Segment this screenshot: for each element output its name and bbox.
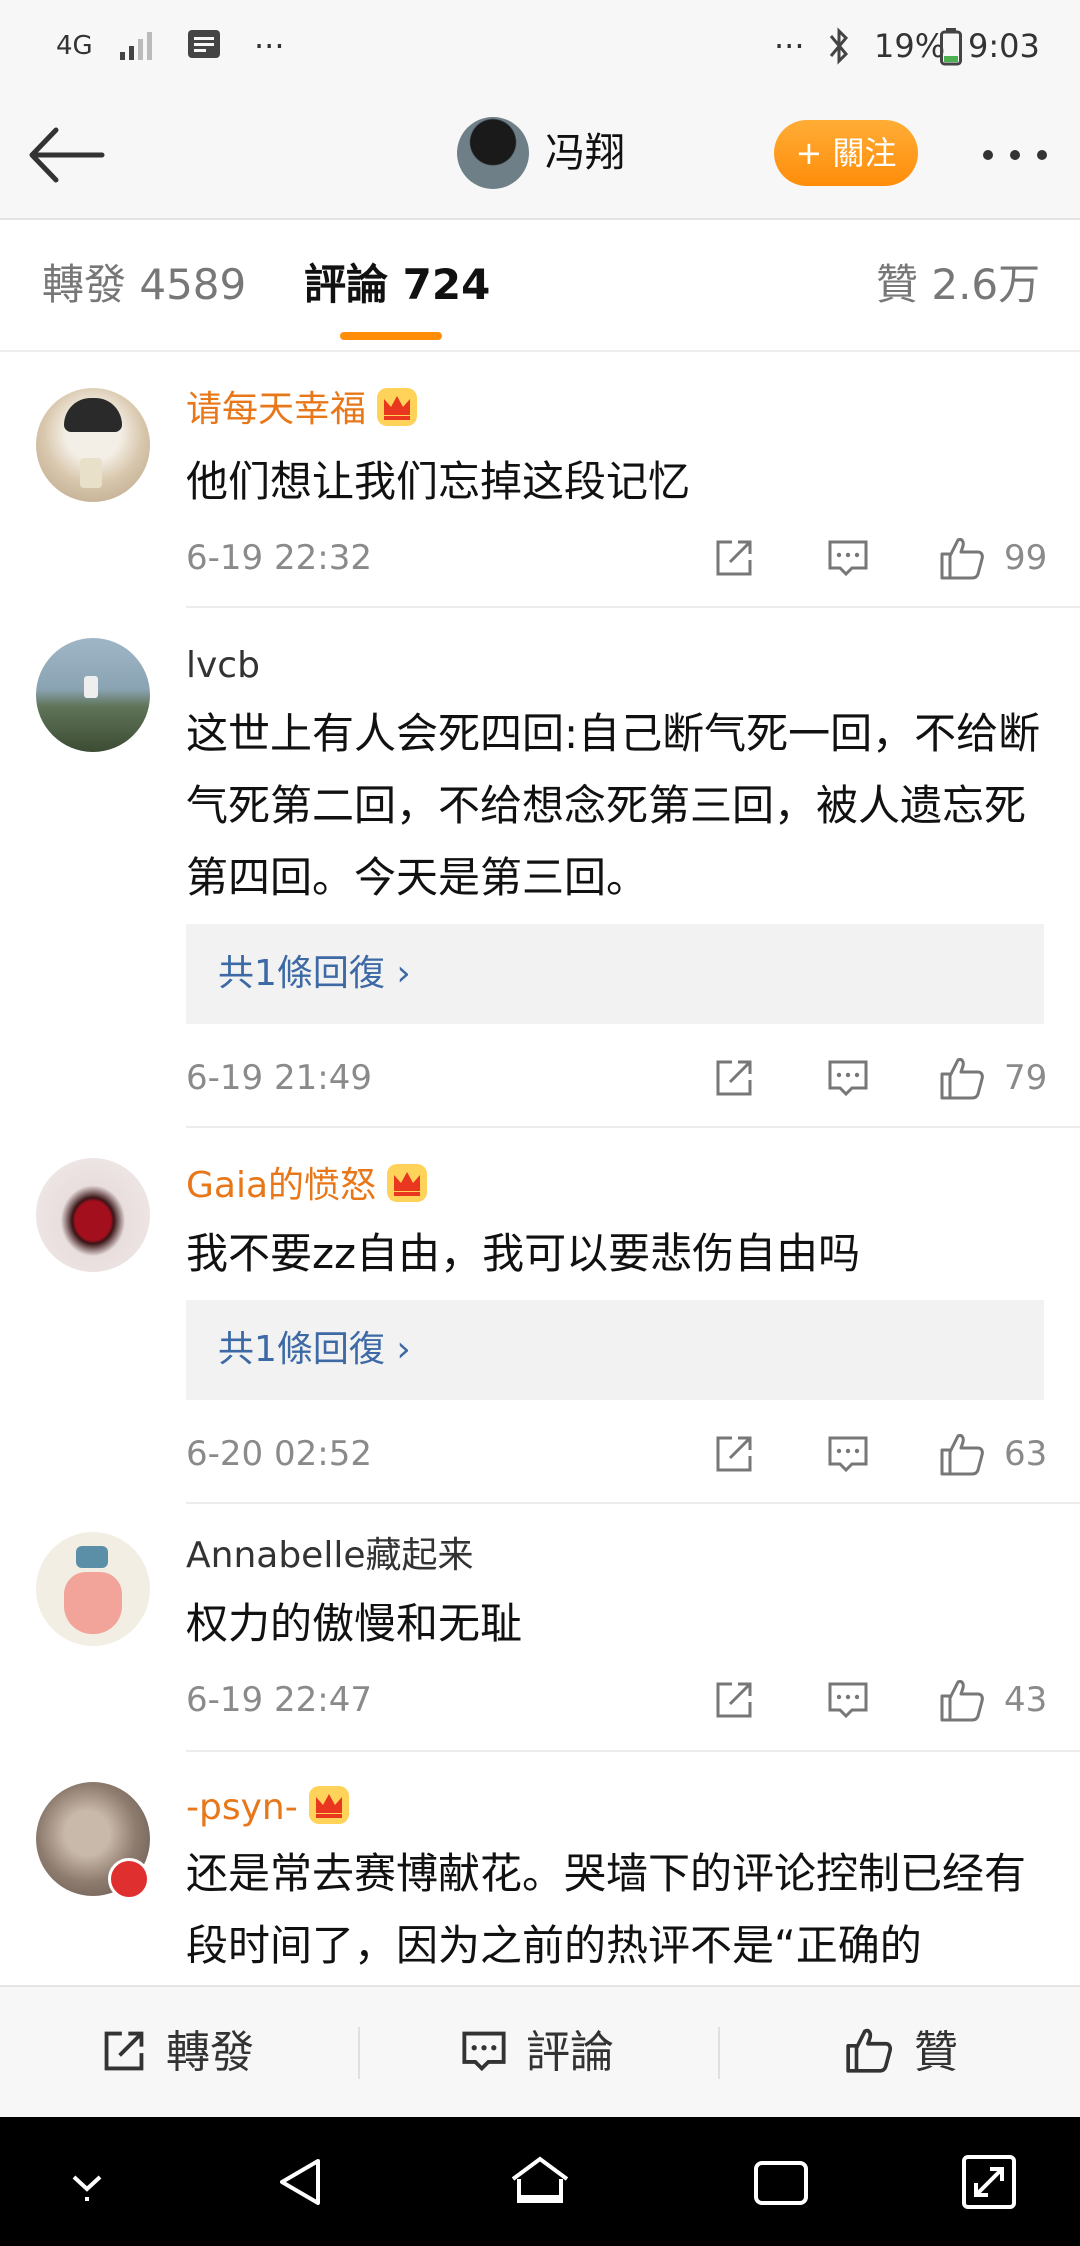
divider bbox=[186, 1126, 1080, 1128]
share-icon[interactable] bbox=[712, 536, 756, 580]
commenter-avatar[interactable] bbox=[36, 388, 150, 502]
commenter-name[interactable]: lvcb bbox=[186, 642, 260, 690]
comment-time: 6-19 22:47 bbox=[186, 1680, 372, 1720]
separator bbox=[358, 2027, 360, 2079]
comment-text: 还是常去赛博献花。哭墙下的评论控制已经有段时间了，因为之前的热评不是“正确的 bbox=[186, 1849, 1027, 1970]
vip-crown-icon bbox=[387, 1164, 428, 1202]
comment-text: 他们想让我们忘掉这段记忆 bbox=[186, 457, 691, 506]
follow-button[interactable]: + 關注 bbox=[774, 120, 918, 186]
message-icon bbox=[188, 30, 220, 58]
tab-comments[interactable]: 評論 724 bbox=[304, 220, 490, 350]
comment-text: 这世上有人会死四回:自己断气死一回，不给断气死第二回，不给想念死第三回，被人遗忘… bbox=[186, 709, 1041, 902]
comment-label: 評論 bbox=[526, 2027, 614, 2078]
commenter-name[interactable]: -psyn- bbox=[186, 1784, 350, 1832]
status-bar: 4G ··· ··· 19% 9:03 bbox=[0, 0, 1080, 92]
verified-badge-icon bbox=[108, 1858, 150, 1900]
top-header: 冯翔 + 關注 bbox=[0, 92, 1080, 220]
divider bbox=[186, 606, 1080, 608]
reply-icon[interactable] bbox=[826, 1678, 870, 1722]
commenter-name[interactable]: Annabelle藏起来 bbox=[186, 1532, 473, 1580]
share-icon[interactable] bbox=[712, 1678, 756, 1722]
battery-icon bbox=[940, 28, 962, 66]
replies-box[interactable]: 共1條回復 › bbox=[186, 924, 1044, 1024]
commenter-avatar[interactable] bbox=[36, 638, 150, 752]
like-icon[interactable] bbox=[938, 1430, 986, 1478]
like-count: 43 bbox=[1004, 1680, 1048, 1720]
comment-time: 6-20 02:52 bbox=[186, 1434, 372, 1474]
comment-time: 6-19 22:32 bbox=[186, 538, 372, 578]
like-icon[interactable] bbox=[938, 534, 986, 582]
like-count: 99 bbox=[1004, 538, 1048, 578]
status-dots-right: ··· bbox=[774, 27, 805, 65]
comment-time: 6-19 21:49 bbox=[186, 1058, 372, 1098]
status-dots-left: ··· bbox=[254, 27, 285, 65]
author-avatar[interactable] bbox=[457, 117, 529, 189]
commenter-avatar[interactable] bbox=[36, 1532, 150, 1646]
recents-nav-icon[interactable] bbox=[746, 2147, 816, 2217]
reply-icon[interactable] bbox=[826, 536, 870, 580]
hide-keyboard-icon[interactable] bbox=[52, 2147, 122, 2217]
like-button[interactable]: 贊 bbox=[844, 1987, 958, 2119]
comment-icon bbox=[462, 2031, 506, 2072]
active-tab-indicator bbox=[340, 332, 442, 340]
signal-icon bbox=[120, 32, 152, 60]
vip-crown-icon bbox=[377, 388, 418, 426]
reply-icon[interactable] bbox=[826, 1056, 870, 1100]
comment-button[interactable]: 評論 bbox=[460, 1987, 614, 2119]
share-icon[interactable] bbox=[712, 1432, 756, 1476]
battery-percent: 19% bbox=[874, 27, 946, 65]
more-options-icon[interactable] bbox=[980, 144, 1050, 166]
like-label: 贊 bbox=[914, 2027, 958, 2078]
commenter-name[interactable]: Gaia的愤怒 bbox=[186, 1162, 428, 1210]
author-name[interactable]: 冯翔 bbox=[545, 120, 625, 186]
like-icon[interactable] bbox=[938, 1054, 986, 1102]
like-count: 63 bbox=[1004, 1434, 1048, 1474]
commenter-avatar[interactable] bbox=[36, 1158, 150, 1272]
repost-label: 轉發 bbox=[166, 2027, 254, 2078]
repost-button[interactable]: 轉發 bbox=[100, 1987, 254, 2119]
tab-reposts[interactable]: 轉發 4589 bbox=[42, 220, 246, 350]
share-icon[interactable] bbox=[712, 1056, 756, 1100]
thumbs-up-icon bbox=[846, 2028, 893, 2073]
bottom-action-bar: 轉發 評論 贊 bbox=[0, 1985, 1080, 2119]
clock: 9:03 bbox=[968, 27, 1040, 65]
replies-box[interactable]: 共1條回復 › bbox=[186, 1300, 1044, 1400]
bluetooth-icon bbox=[829, 27, 849, 65]
back-nav-icon[interactable] bbox=[266, 2147, 336, 2217]
repost-icon bbox=[104, 2031, 144, 2071]
divider bbox=[186, 1502, 1080, 1504]
like-count: 79 bbox=[1004, 1058, 1048, 1098]
back-arrow-icon[interactable] bbox=[26, 122, 106, 188]
like-icon[interactable] bbox=[938, 1676, 986, 1724]
network-indicator: 4G bbox=[56, 31, 93, 61]
commenter-name[interactable]: 请每天幸福 bbox=[186, 386, 418, 434]
tab-bar: 轉發 4589 評論 724 贊 2.6万 bbox=[0, 220, 1080, 352]
rotate-screen-icon[interactable] bbox=[954, 2147, 1024, 2217]
tab-likes[interactable]: 贊 2.6万 bbox=[876, 220, 1040, 350]
view-replies-link[interactable]: 共1條回復 › bbox=[218, 1300, 411, 1400]
separator bbox=[718, 2027, 720, 2079]
vip-crown-icon bbox=[308, 1786, 349, 1824]
system-nav-bar bbox=[0, 2117, 1080, 2246]
comment-text: 权力的傲慢和无耻 bbox=[186, 1599, 523, 1648]
reply-icon[interactable] bbox=[826, 1432, 870, 1476]
comment-item: -psyn- 还是常去赛博献花。哭墙下的评论控制已经有段时间了，因为之前的热评不… bbox=[0, 1752, 1080, 1985]
home-nav-icon[interactable] bbox=[505, 2147, 575, 2217]
comment-text: 我不要zz自由，我可以要悲伤自由吗 bbox=[186, 1229, 861, 1278]
view-replies-link[interactable]: 共1條回復 › bbox=[218, 924, 411, 1024]
